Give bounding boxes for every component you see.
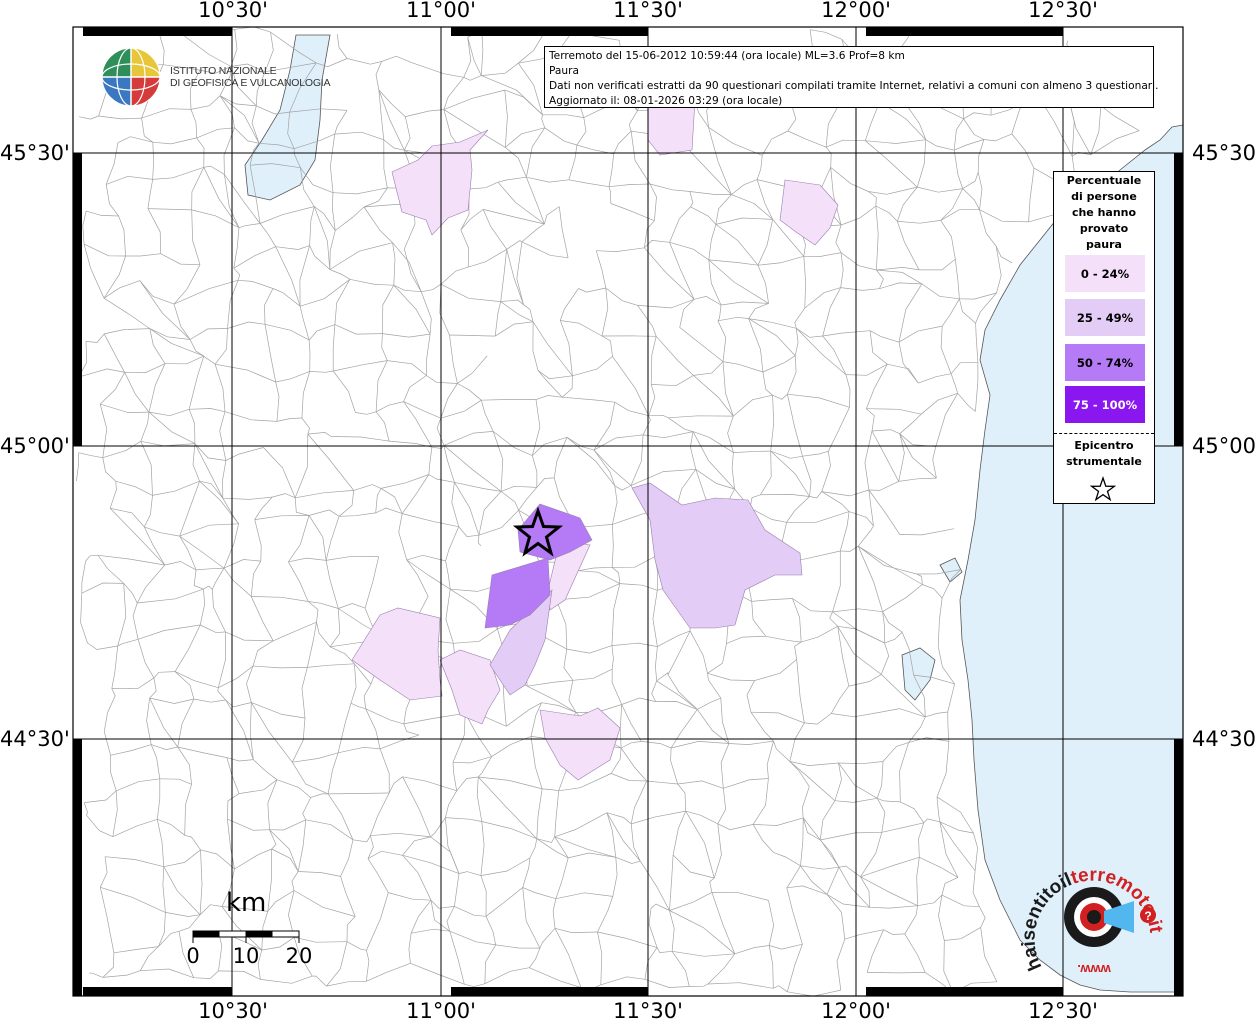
info-data-note: Dati non verificati estratti da 90 quest…	[549, 80, 1159, 92]
lat-label-right: 44°30'	[1192, 727, 1256, 751]
legend-class-25-49: 25 - 49%	[1065, 299, 1145, 336]
lon-label-top: 12°30'	[1028, 0, 1098, 22]
lon-label-top: 12°00'	[821, 0, 891, 22]
info-updated: Aggiornato il: 08-01-2026 03:29 (ora loc…	[549, 95, 783, 107]
legend-class-label: 0 - 24%	[1080, 266, 1130, 281]
legend-class-label: 75 - 100%	[1072, 397, 1138, 412]
lon-label-top: 11°30'	[613, 0, 683, 22]
legend-divider	[1054, 433, 1154, 434]
lon-label-bottom: 12°00'	[821, 999, 891, 1023]
legend-epicenter-line: Epicentro	[1074, 439, 1134, 452]
info-title: Terremoto del 15-06-2012 10:59:44 (ora l…	[549, 50, 905, 62]
info-parameter: Paura	[549, 65, 579, 77]
logo-line2: DI GEOFISICA E VULCANOLOGIA	[170, 77, 331, 89]
scale-bar-graphic	[192, 930, 300, 943]
lat-label-left: 45°30'	[0, 141, 70, 165]
legend-title: Percentuale di persone che hanno provato…	[1054, 173, 1154, 253]
haisentitoilterremoto-logo: haisentitoilterremoto.it ? www.	[1018, 865, 1166, 977]
legend-class-75-100: 75 - 100%	[1065, 386, 1145, 423]
lat-label-right: 45°30'	[1192, 141, 1256, 165]
legend-epicenter-line: strumentale	[1066, 455, 1142, 468]
legend-title-line: che hanno	[1071, 206, 1137, 219]
frame-bar	[83, 27, 232, 36]
scale-label: 20	[285, 944, 313, 968]
frame-bar	[73, 739, 82, 996]
lat-label-left: 45°00'	[0, 434, 70, 458]
globe-icon	[101, 47, 161, 107]
frame-bar	[73, 153, 82, 446]
frame-bar	[866, 27, 1063, 36]
legend: Percentuale di persone che hanno provato…	[1053, 171, 1155, 504]
legend-title-line: di persone	[1071, 190, 1137, 203]
legend-class-label: 50 - 74%	[1076, 355, 1134, 370]
frame-bar	[451, 27, 648, 36]
lat-label-left: 44°30'	[0, 727, 70, 751]
lon-label-bottom: 12°30'	[1028, 999, 1098, 1023]
frame-bar	[866, 987, 1063, 996]
lon-label-top: 11°00'	[406, 0, 476, 22]
scale-label: 0	[186, 944, 200, 968]
star-outline-icon	[1090, 476, 1116, 502]
logo-line1: ISTITUTO NAZIONALE	[170, 65, 277, 77]
legend-title-line: paura	[1086, 238, 1122, 251]
scale-label: 10	[232, 944, 260, 968]
legend-class-0-24: 0 - 24%	[1065, 255, 1145, 292]
frame-bar	[83, 987, 232, 996]
legend-class-50-74: 50 - 74%	[1065, 344, 1145, 381]
ingv-logo: ISTITUTO NAZIONALE DI GEOFISICA E VULCAN…	[100, 46, 331, 108]
scale-unit: km	[226, 888, 267, 918]
legend-title-line: Percentuale	[1066, 174, 1142, 187]
lon-label-top: 10°30'	[198, 0, 268, 22]
lon-label-bottom: 11°00'	[406, 999, 476, 1023]
question-badge-text: ?	[1144, 909, 1151, 923]
legend-class-label: 25 - 49%	[1076, 310, 1134, 325]
lon-label-bottom: 10°30'	[198, 999, 268, 1023]
info-box: Terremoto del 15-06-2012 10:59:44 (ora l…	[544, 46, 1159, 108]
frame-bar	[1174, 153, 1183, 446]
brand-www-text: www.	[1077, 962, 1111, 977]
frame-bar	[451, 987, 648, 996]
scale-bar: km 0 10 20	[186, 888, 316, 968]
lon-label-bottom: 11°30'	[613, 999, 683, 1023]
legend-epicenter-label: Epicentro strumentale	[1054, 438, 1154, 470]
lat-label-right: 45°00'	[1192, 434, 1256, 458]
frame-bar	[1174, 739, 1183, 996]
legend-title-line: provato	[1079, 222, 1129, 235]
